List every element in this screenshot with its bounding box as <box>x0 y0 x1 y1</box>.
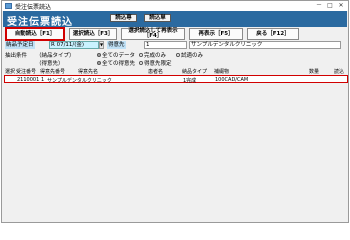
grid-empty-area <box>4 83 348 221</box>
radio-dot-icon <box>139 61 143 65</box>
chevron-down-icon[interactable]: ▼ <box>99 41 104 49</box>
window-title: 受注伝票読込 <box>15 3 52 11</box>
mode-button-read-only[interactable]: 読込専 <box>110 14 137 22</box>
radio-label: 試適のみ <box>181 53 204 59</box>
maximize-button[interactable]: □ <box>325 2 335 9</box>
radio-dot-icon <box>176 53 180 57</box>
radio-customer-limited[interactable]: 得意先限定 <box>139 59 172 67</box>
select-read-button[interactable]: 選択読込［F3］ <box>69 28 117 40</box>
app-icon <box>5 3 12 9</box>
title-bar: 受注伝票読込 － □ ✕ <box>2 1 348 11</box>
radio-label: 得意先限定 <box>144 61 172 67</box>
radio-trial-only[interactable]: 試適のみ <box>176 51 203 59</box>
col-delivery-type[interactable]: 納品タイプ <box>182 68 207 75</box>
radio-all-data[interactable]: 全てのデータ <box>97 51 135 59</box>
mode-button-read-single[interactable]: 読込単 <box>144 14 171 22</box>
radio-completed-only[interactable]: 完成のみ <box>139 51 166 59</box>
grid-header: 選択 受注番号 得意先番号 得意先名 患者名 納品タイプ 補綴物 数量 読込 <box>4 68 348 75</box>
radio-dot-icon <box>97 53 101 57</box>
col-order-no[interactable]: 受注番号 <box>16 68 36 75</box>
redisplay-button[interactable]: 再表示［F5］ <box>189 28 243 40</box>
col-qty[interactable]: 数量 <box>309 68 319 75</box>
col-patient[interactable]: 患者名 <box>148 68 163 75</box>
delivery-date-field[interactable]: R 07/11/(金) <box>49 41 99 49</box>
customer-filter-label: （得意先） <box>36 61 64 67</box>
auto-read-button[interactable]: 自動読込［F1］ <box>5 27 65 41</box>
header-bar: 受注伝票読込 読込専 読込単 <box>3 11 347 28</box>
delivery-date-label: 納品予定日 <box>5 41 35 49</box>
main-window: 受注伝票読込 － □ ✕ 受注伝票読込 読込専 読込単 自動読込［F1］ 選択読… <box>1 0 349 223</box>
delivery-type-label: （納品タイプ） <box>36 53 75 59</box>
customer-code-field[interactable]: 1 <box>144 41 187 49</box>
customer-name-field[interactable]: サンプルデンタルクリニック <box>189 41 341 49</box>
radio-label: 完成のみ <box>144 53 167 59</box>
radio-label: 全てのデータ <box>102 53 136 59</box>
col-prosthesis[interactable]: 補綴物 <box>214 68 229 75</box>
radio-label: 全ての得意先 <box>102 61 136 67</box>
radio-dot-icon <box>97 61 101 65</box>
col-customer-name[interactable]: 得意先名 <box>78 68 98 75</box>
window-controls: － □ ✕ <box>314 2 346 9</box>
table-row[interactable]: 2110001 1 サンプルデンタルクリニック 1完成 100CAD/CAM <box>4 75 348 84</box>
header-title: 受注伝票読込 <box>7 17 73 28</box>
col-loaded[interactable]: 読込 <box>334 68 344 75</box>
select-read-redisplay-button[interactable]: 選択読込して再表示［F4］ <box>121 28 185 40</box>
close-button[interactable]: ✕ <box>336 2 346 9</box>
back-button[interactable]: 戻る［F12］ <box>247 28 299 40</box>
col-select[interactable]: 選択 <box>5 68 15 75</box>
radio-dot-icon <box>139 53 143 57</box>
filter-row-date: 納品予定日 R 07/11/(金) ▼ 得意先 1 サンプルデンタルクリニック <box>3 41 347 50</box>
minimize-button[interactable]: － <box>314 2 324 9</box>
function-key-bar: 自動読込［F1］ 選択読込［F3］ 選択読込して再表示［F4］ 再表示［F5］ … <box>3 27 347 41</box>
col-customer-no[interactable]: 得意先番号 <box>40 68 65 75</box>
radio-all-customers[interactable]: 全ての得意先 <box>97 59 135 67</box>
conditions-label: 抽出条件 <box>5 53 28 59</box>
customer-label: 得意先 <box>107 41 126 49</box>
